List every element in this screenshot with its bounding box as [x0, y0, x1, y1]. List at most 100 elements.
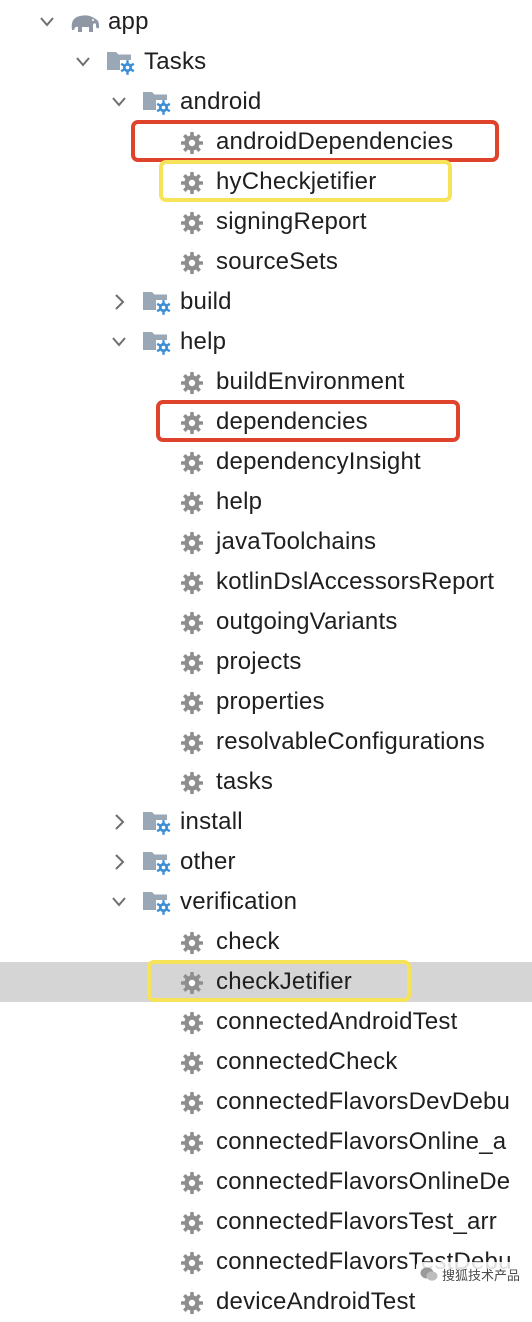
tree-row-android[interactable]: android	[0, 82, 532, 122]
chevron-down-icon[interactable]	[36, 2, 56, 42]
tree-row-build[interactable]: build	[0, 282, 532, 322]
watermark-text: 搜狐技术产品	[441, 1267, 520, 1283]
tree-row-resolvable-configurations[interactable]: resolvableConfigurations	[0, 722, 532, 762]
tree-item-label: connectedFlavorsTest_arr	[216, 1208, 497, 1235]
tree-row-tasks[interactable]: Tasks	[0, 42, 532, 82]
tree-row-connected-flavors-test-arr[interactable]: connectedFlavorsTest_arr	[0, 1202, 532, 1242]
gear-icon	[180, 451, 204, 475]
tree-row-help[interactable]: help	[0, 482, 532, 522]
tree-item-label: projects	[216, 648, 302, 675]
gear-icon	[180, 651, 204, 675]
gear-icon	[180, 171, 204, 195]
tree-item-label: connectedFlavorsOnline_a	[216, 1128, 507, 1155]
tree-row-device-android-test[interactable]: deviceAndroidTest	[0, 1282, 532, 1322]
tree-item-label: dependencies	[216, 408, 368, 435]
chevron-right-icon[interactable]	[108, 282, 128, 322]
elephant-icon	[68, 8, 102, 36]
tree-item-label: help	[180, 328, 227, 355]
gear-icon	[180, 691, 204, 715]
folder-gear-icon	[142, 88, 172, 116]
tree-item-label: connectedFlavorsDevDebu	[216, 1088, 511, 1115]
tree-row-connected-flavors-dev-debu[interactable]: connectedFlavorsDevDebu	[0, 1082, 532, 1122]
chevron-down-icon[interactable]	[72, 42, 92, 82]
folder-gear-icon	[142, 328, 172, 356]
wechat-logo-icon	[420, 1267, 438, 1281]
chevron-right-icon[interactable]	[108, 802, 128, 842]
chevron-down-icon[interactable]	[108, 882, 128, 922]
tree-row-connected-check[interactable]: connectedCheck	[0, 1042, 532, 1082]
tree-item-label: resolvableConfigurations	[216, 728, 485, 755]
tree-item-label: hyCheckjetifier	[216, 168, 377, 195]
tree-item-label: tasks	[216, 768, 274, 795]
tree-item-label: app	[108, 8, 149, 35]
tree-row-other[interactable]: other	[0, 842, 532, 882]
tree-row-kotlin-dsl-accessors-report[interactable]: kotlinDslAccessorsReport	[0, 562, 532, 602]
tree-item-label: connectedCheck	[216, 1048, 398, 1075]
tree-item-label: check	[216, 928, 280, 955]
tree-item-label: properties	[216, 688, 325, 715]
gear-icon	[180, 771, 204, 795]
tree-row-help[interactable]: help	[0, 322, 532, 362]
tree-row-dependency-insight[interactable]: dependencyInsight	[0, 442, 532, 482]
tree-row-dependencies[interactable]: dependencies	[0, 402, 532, 442]
chevron-down-icon[interactable]	[108, 322, 128, 362]
tree-item-label: other	[180, 848, 236, 875]
tree-row-tasks[interactable]: tasks	[0, 762, 532, 802]
tree-row-hy-checkjetifier[interactable]: hyCheckjetifier	[0, 162, 532, 202]
tree-row-connected-flavors-online-a[interactable]: connectedFlavorsOnline_a	[0, 1122, 532, 1162]
tree-item-label: android	[180, 88, 262, 115]
folder-gear-icon	[142, 848, 172, 876]
gear-icon	[180, 491, 204, 515]
gear-icon	[180, 1131, 204, 1155]
tree-row-source-sets[interactable]: sourceSets	[0, 242, 532, 282]
tree-row-verification[interactable]: verification	[0, 882, 532, 922]
folder-gear-icon	[106, 48, 136, 76]
tree-row-signing-report[interactable]: signingReport	[0, 202, 532, 242]
tree-row-outgoing-variants[interactable]: outgoingVariants	[0, 602, 532, 642]
gear-icon	[180, 571, 204, 595]
gear-icon	[180, 1251, 204, 1275]
tree-row-app[interactable]: app	[0, 2, 532, 42]
tree-item-label: buildEnvironment	[216, 368, 405, 395]
tree-item-label: connectedFlavorsOnlineDe	[216, 1168, 511, 1195]
folder-gear-icon	[142, 808, 172, 836]
gear-icon	[180, 1291, 204, 1315]
tree-row-check[interactable]: check	[0, 922, 532, 962]
gear-icon	[180, 1091, 204, 1115]
tree-item-label: dependencyInsight	[216, 448, 421, 475]
tree-row-projects[interactable]: projects	[0, 642, 532, 682]
tree-row-connected-android-test[interactable]: connectedAndroidTest	[0, 1002, 532, 1042]
tree-row-java-toolchains[interactable]: javaToolchains	[0, 522, 532, 562]
tree-row-android-dependencies[interactable]: androidDependencies	[0, 122, 532, 162]
chevron-right-icon[interactable]	[108, 842, 128, 882]
tree-item-label: build	[180, 288, 232, 315]
tree-item-label: androidDependencies	[216, 128, 454, 155]
gear-icon	[180, 1211, 204, 1235]
gear-icon	[180, 611, 204, 635]
gear-icon	[180, 411, 204, 435]
tree-row-connected-flavors-online-de[interactable]: connectedFlavorsOnlineDe	[0, 1162, 532, 1202]
tree-row-install[interactable]: install	[0, 802, 532, 842]
tree-item-label: help	[216, 488, 263, 515]
tree-item-label: Tasks	[144, 48, 207, 75]
tree-item-label: verification	[180, 888, 298, 915]
gear-icon	[180, 251, 204, 275]
tree-item-label: connectedAndroidTest	[216, 1008, 458, 1035]
gear-icon	[180, 971, 204, 995]
gear-icon	[180, 531, 204, 555]
gear-icon	[180, 131, 204, 155]
tree-item-label: outgoingVariants	[216, 608, 398, 635]
tree-item-label: install	[180, 808, 243, 835]
chevron-down-icon[interactable]	[108, 82, 128, 122]
gear-icon	[180, 1011, 204, 1035]
folder-gear-icon	[142, 288, 172, 316]
tree-item-label: javaToolchains	[216, 528, 377, 555]
tree-row-build-environment[interactable]: buildEnvironment	[0, 362, 532, 402]
gear-icon	[180, 1171, 204, 1195]
tree-item-label: checkJetifier	[216, 968, 352, 995]
gear-icon	[180, 1051, 204, 1075]
tree-row-properties[interactable]: properties	[0, 682, 532, 722]
tree-row-check-jetifier[interactable]: checkJetifier	[0, 962, 532, 1002]
gear-icon	[180, 931, 204, 955]
tree-item-label: kotlinDslAccessorsReport	[216, 568, 495, 595]
